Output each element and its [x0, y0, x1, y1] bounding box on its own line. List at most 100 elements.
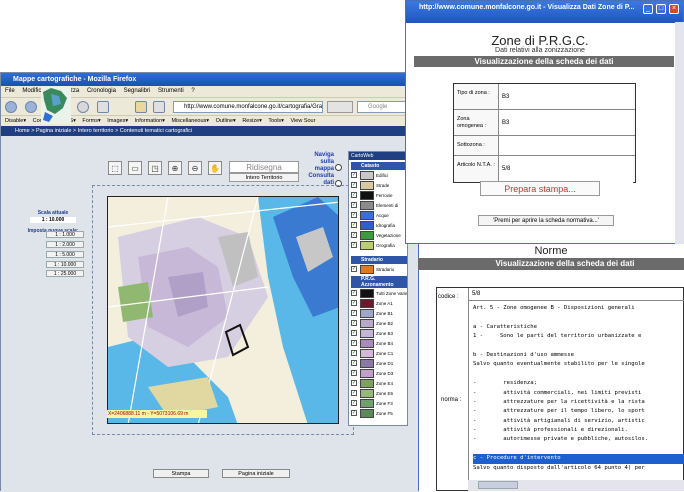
- legend-checkbox[interactable]: ✓: [351, 212, 357, 218]
- legend-checkbox[interactable]: ✓: [351, 340, 357, 346]
- legend-checkbox[interactable]: ✓: [351, 350, 357, 356]
- legend-label: Zone B4: [376, 341, 394, 346]
- legend-label: Ferrovie: [376, 193, 393, 198]
- legend-checkbox[interactable]: ✓: [351, 172, 357, 178]
- norma-line: b - Destinazioni d'uso ammesse: [473, 351, 575, 358]
- query-icon[interactable]: ◳: [148, 161, 162, 175]
- legend-checkbox[interactable]: ✓: [351, 290, 357, 296]
- legend-group-prg[interactable]: P.R.G. Azzonamento: [351, 276, 407, 288]
- legend-checkbox[interactable]: ✓: [351, 330, 357, 336]
- legend-group-stradario[interactable]: Stradario: [351, 256, 407, 264]
- pagina-iniziale-button[interactable]: Pagina iniziale: [222, 469, 290, 478]
- print-icon[interactable]: [97, 101, 109, 113]
- stop-icon[interactable]: [77, 101, 89, 113]
- ridisegna-button[interactable]: Ridisegna: [229, 161, 299, 173]
- menu-segnalibri[interactable]: Segnalibri: [124, 88, 151, 94]
- legend-item: ✓ Strade: [351, 181, 407, 190]
- scale-1000-button[interactable]: 1 : 1.000: [46, 231, 84, 238]
- norma-line: c - Procedure d'intervento: [473, 454, 684, 464]
- legend-checkbox[interactable]: ✓: [351, 400, 357, 406]
- legend-checkbox[interactable]: ✓: [351, 242, 357, 248]
- legend-checkbox[interactable]: ✓: [351, 380, 357, 386]
- legend-checkbox[interactable]: ✓: [351, 266, 357, 272]
- url-field[interactable]: http://www.comune.monfalcone.go.it/carto…: [173, 101, 323, 113]
- legend-label: Zone A1: [376, 301, 393, 306]
- menu-help[interactable]: ?: [191, 88, 194, 94]
- tb-disable[interactable]: Disable▾: [5, 118, 26, 124]
- tb-resize[interactable]: Resize▾: [242, 118, 262, 124]
- pan-select-icon[interactable]: ⬚: [108, 161, 122, 175]
- popup1-title: http://www.comune.monfalcone.go.it - Vis…: [406, 1, 683, 23]
- legend-checkbox[interactable]: ✓: [351, 370, 357, 376]
- legend-swatch: [360, 379, 374, 388]
- rectangle-select-icon[interactable]: ▭: [128, 161, 142, 175]
- menu-cronologia[interactable]: Cronologia: [87, 88, 116, 94]
- forward-icon[interactable]: [25, 101, 37, 113]
- minimize-icon[interactable]: _: [643, 4, 653, 14]
- row-key: Sottozona :: [457, 142, 485, 148]
- legend-item: ✓ Acque: [351, 211, 407, 220]
- legend-checkbox[interactable]: ✓: [351, 320, 357, 326]
- legend-checkbox[interactable]: ✓: [351, 202, 357, 208]
- legend-item: ✓ Zone A1: [351, 299, 407, 308]
- legend-checkbox[interactable]: ✓: [351, 222, 357, 228]
- scale-25000-button[interactable]: 1 : 25.000: [46, 270, 84, 277]
- legend-group-catasto[interactable]: Catasto: [351, 162, 407, 170]
- coordinates-readout: X=2406888.11 m - Y=5073106.69 m: [107, 410, 207, 418]
- tb-outline[interactable]: Outline▾: [216, 118, 236, 124]
- tb-tools[interactable]: Tools▾: [268, 118, 284, 124]
- popup1-scrollbar[interactable]: [675, 22, 684, 244]
- open-norm-button[interactable]: 'Premi per aprire la scheda normativa...…: [478, 215, 614, 226]
- scale-5000-button[interactable]: 1 : 5.000: [46, 251, 84, 258]
- tb-misc[interactable]: Miscellaneous▾: [171, 118, 209, 124]
- close-icon[interactable]: ×: [669, 4, 679, 14]
- tb-images[interactable]: Images▾: [107, 118, 128, 124]
- scale-2000-button[interactable]: 1 : 2.000: [46, 241, 84, 248]
- overview-map-thumbnail[interactable]: [41, 86, 71, 124]
- scrollbar-thumb[interactable]: [478, 481, 518, 489]
- legend-item: ✓ Zone D3: [351, 369, 407, 378]
- row-key: Zona omogenea :: [457, 116, 487, 129]
- tb-information[interactable]: Information▾: [135, 118, 165, 124]
- tb-viewsource[interactable]: View Sour: [290, 118, 315, 124]
- legend-swatch: [360, 329, 374, 338]
- map-view[interactable]: [107, 196, 339, 424]
- row-key: Articolo N.T.A. :: [457, 162, 495, 168]
- legend-checkbox[interactable]: ✓: [351, 300, 357, 306]
- stampa-button[interactable]: Stampa: [153, 469, 209, 478]
- legend-checkbox[interactable]: ✓: [351, 410, 357, 416]
- maximize-icon[interactable]: □: [656, 4, 666, 14]
- legend-swatch: [360, 299, 374, 308]
- menu-strumenti[interactable]: Strumenti: [158, 88, 184, 94]
- home-icon[interactable]: [135, 101, 147, 113]
- legend-checkbox[interactable]: ✓: [351, 182, 357, 188]
- legend-checkbox[interactable]: ✓: [351, 360, 357, 366]
- legend-checkbox[interactable]: ✓: [351, 390, 357, 396]
- intero-territorio-button[interactable]: Intero Territorio: [229, 173, 299, 182]
- hand-pan-icon[interactable]: ✋: [208, 161, 222, 175]
- menu-file[interactable]: File: [5, 88, 15, 94]
- bookmark-icon[interactable]: [153, 101, 165, 113]
- legend-label: Orografia: [376, 243, 395, 248]
- naviga-radio[interactable]: [335, 164, 342, 171]
- norma-label: norma :: [441, 397, 462, 403]
- legend-checkbox[interactable]: ✓: [351, 192, 357, 198]
- norma-text[interactable]: Art. 5 - Zone omogenee B - Disposizioni …: [468, 301, 684, 491]
- row-value: B3: [498, 84, 633, 109]
- legend-label: Zone B1: [376, 311, 394, 316]
- legend-label: Zone E4: [376, 381, 394, 386]
- legend-swatch: [360, 339, 374, 348]
- legend-swatch: [360, 309, 374, 318]
- go-button[interactable]: [327, 101, 353, 113]
- tb-forms[interactable]: Forms▾: [82, 118, 100, 124]
- back-icon[interactable]: [5, 101, 17, 113]
- scale-10000-button[interactable]: 1 : 10.000: [46, 261, 84, 268]
- zoom-in-icon[interactable]: ⊕: [168, 161, 182, 175]
- legend-checkbox[interactable]: ✓: [351, 232, 357, 238]
- legend-checkbox[interactable]: ✓: [351, 310, 357, 316]
- prepara-stampa-button[interactable]: Prepara stampa...: [480, 181, 600, 196]
- popup1-heading: Zone di P.R.G.C.: [491, 33, 589, 48]
- norma-line: - attrezzature per il tempo libero, lo s…: [473, 408, 645, 415]
- zoom-out-icon[interactable]: ⊖: [188, 161, 202, 175]
- row-value: [498, 136, 633, 155]
